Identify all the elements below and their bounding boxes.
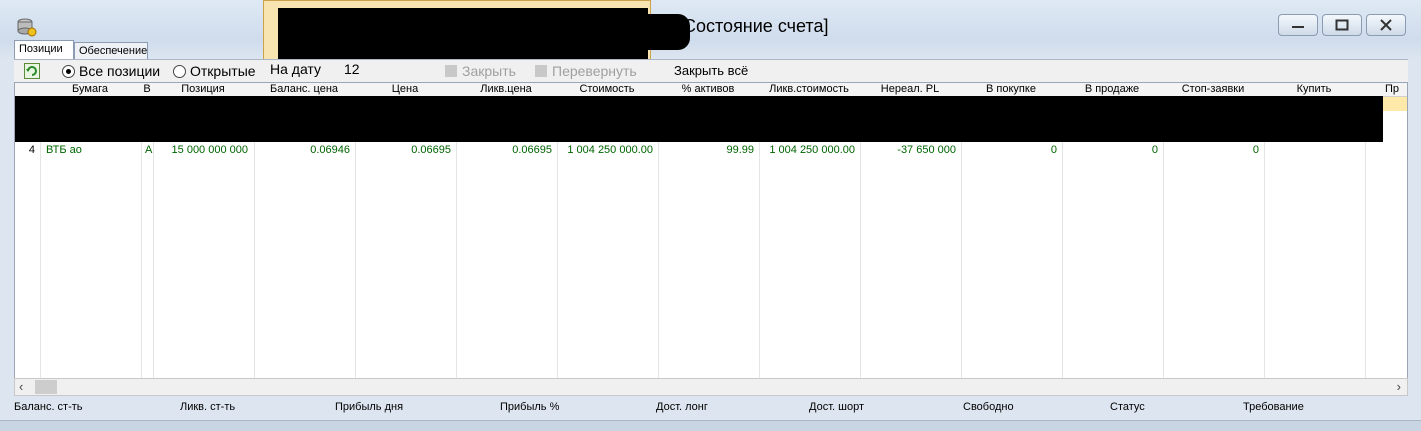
col-header[interactable]: Ликв.цена: [456, 83, 556, 96]
cell-stop-orders: 0: [1252, 144, 1259, 156]
footer-liq-value: Ликв. ст-ть: [180, 401, 236, 413]
cell-selling: 0: [1151, 144, 1158, 156]
footer-balance-value: Баланс. ст-ть: [14, 401, 83, 413]
scroll-thumb[interactable]: [35, 380, 57, 394]
account-status-window: [Состояние счета] Позиции Обеспечение Вс…: [0, 0, 1421, 431]
cell-price: 0.06695: [411, 144, 451, 156]
col-header[interactable]: В продаже: [1062, 83, 1162, 96]
maximize-icon: [1335, 19, 1349, 31]
col-header[interactable]: Стоимость: [557, 83, 657, 96]
col-header[interactable]: Баланс. цена: [254, 83, 354, 96]
tab-collateral[interactable]: Обеспечение: [74, 42, 148, 59]
cell-liq-value: 1 004 250 000.00: [769, 144, 855, 156]
footer-profit-pct: Прибыль %: [500, 401, 560, 413]
cell-liq-price: 0.06695: [512, 144, 552, 156]
footer-avail-short: Дост. шорт: [809, 401, 864, 413]
col-header[interactable]: Позиция: [153, 83, 253, 96]
date-label: На дату: [270, 61, 322, 77]
minimize-button[interactable]: [1278, 14, 1318, 36]
col-header[interactable]: Цена: [355, 83, 455, 96]
close-button[interactable]: [1366, 14, 1406, 36]
radio-open-positions[interactable]: Открытые: [173, 63, 256, 79]
col-header[interactable]: Бумага: [40, 83, 140, 96]
close-all-button[interactable]: Закрыть всё: [674, 63, 748, 78]
col-header[interactable]: Ликв.стоимость: [759, 83, 859, 96]
col-header[interactable]: Стоп-заявки: [1163, 83, 1263, 96]
footer-day-profit: Прибыль дня: [335, 401, 404, 413]
horizontal-scrollbar[interactable]: ‹ ›: [14, 378, 1408, 396]
positions-table: Бумага В Позиция Баланс. цена Цена Ликв.…: [14, 82, 1408, 379]
cell-type: А: [145, 144, 153, 156]
toolbar: Все позиции Открытые На дату 12 Закрыть …: [14, 59, 1408, 84]
cell-security: ВТБ ао: [46, 144, 82, 156]
col-header[interactable]: Купить: [1264, 83, 1364, 96]
reverse-label: Перевернуть: [552, 63, 637, 79]
col-header[interactable]: Пр: [1385, 83, 1407, 96]
footer-avail-long: Дост. лонг: [656, 401, 708, 413]
app-icon: [17, 18, 37, 37]
radio-all-label: Все позиции: [79, 63, 161, 79]
reverse-icon: [535, 65, 547, 77]
refresh-icon: [24, 63, 40, 79]
radio-open-label: Открытые: [190, 63, 256, 79]
radio-unchecked-icon: [173, 64, 186, 78]
cell-balance-price: 0.06946: [310, 144, 350, 156]
radio-all-positions[interactable]: Все позиции: [62, 63, 160, 79]
table-header: Бумага В Позиция Баланс. цена Цена Ликв.…: [15, 83, 1407, 97]
col-header[interactable]: % активов: [658, 83, 758, 96]
close-position-button[interactable]: Закрыть: [444, 63, 516, 79]
cell-buy: [1264, 143, 1360, 157]
maximize-button[interactable]: [1322, 14, 1362, 36]
reverse-position-button[interactable]: Перевернуть: [534, 63, 637, 79]
row-number: 4: [28, 144, 35, 156]
footer-free: Свободно: [963, 401, 1014, 413]
cell-unrealized-pl: -37 650 000: [897, 144, 956, 156]
footer-status: Статус: [1110, 401, 1145, 413]
redacted-block: [278, 8, 648, 66]
taskbar-strip: [0, 420, 1421, 431]
summary-bar: Баланс. ст-ть Ликв. ст-ть Прибыль дня Пр…: [0, 398, 1421, 418]
table-row[interactable]: 4 ВТБ ао А 15 000 000 000 0.06946 0.0669…: [15, 143, 1407, 157]
close-icon: [1380, 19, 1392, 31]
selected-cell-highlight: [1383, 97, 1407, 111]
footer-requirement: Требование: [1243, 401, 1304, 413]
close-position-icon: [445, 65, 457, 77]
cell-position: 15 000 000 000: [171, 144, 248, 156]
tab-positions[interactable]: Позиции: [14, 40, 74, 59]
cell-pct-assets: 99.99: [726, 144, 754, 156]
date-select[interactable]: 12: [344, 61, 360, 77]
scroll-left-icon[interactable]: ‹: [19, 379, 23, 395]
redacted-rows: [15, 96, 1383, 142]
col-header[interactable]: В: [141, 83, 153, 96]
minimize-icon: [1292, 26, 1304, 28]
cell-buying: 0: [1050, 144, 1057, 156]
col-header[interactable]: В покупке: [961, 83, 1061, 96]
radio-checked-icon: [62, 64, 75, 78]
refresh-button[interactable]: [24, 63, 40, 79]
close-position-label: Закрыть: [462, 63, 516, 79]
cell-value: 1 004 250 000.00: [567, 144, 653, 156]
scroll-right-icon[interactable]: ›: [1397, 379, 1401, 395]
window-title: [Состояние счета]: [678, 16, 829, 36]
col-header[interactable]: Нереал. PL: [860, 83, 960, 96]
